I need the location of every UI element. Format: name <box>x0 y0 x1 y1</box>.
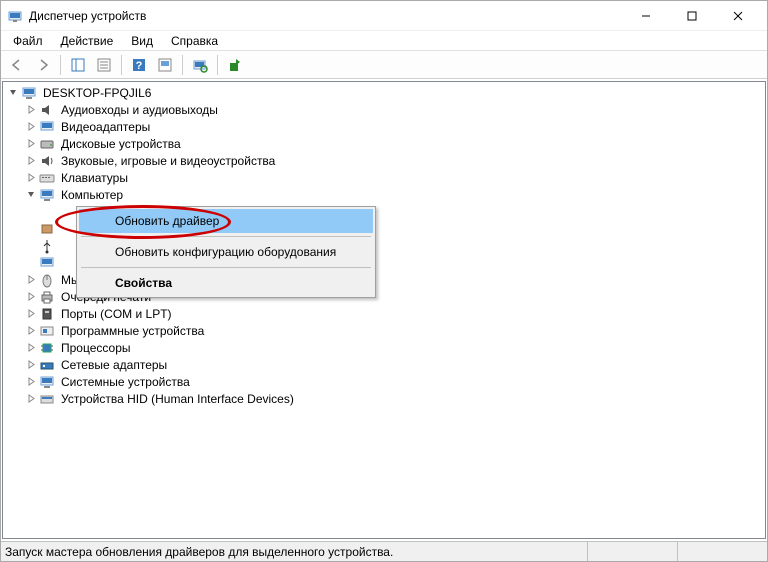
menu-action[interactable]: Действие <box>53 32 122 50</box>
tree-category-audio-io[interactable]: Аудиовходы и аудиовыходы <box>7 101 765 118</box>
tree-category-processors[interactable]: Процессоры <box>7 339 765 356</box>
toolbar: ? <box>1 51 767 79</box>
context-menu-item-label: Обновить конфигурацию оборудования <box>115 245 336 259</box>
tree-category-software[interactable]: Программные устройства <box>7 322 765 339</box>
context-menu-properties[interactable]: Свойства <box>79 271 373 295</box>
back-button[interactable] <box>5 54 29 76</box>
printer-icon <box>39 289 55 305</box>
expand-icon[interactable] <box>25 326 37 335</box>
system-device-icon <box>39 374 55 390</box>
keyboard-icon <box>39 170 55 186</box>
tree-category-sound[interactable]: Звуковые, игровые и видеоустройства <box>7 152 765 169</box>
collapse-icon[interactable] <box>7 88 19 97</box>
tree-item-label: Устройства HID (Human Interface Devices) <box>59 392 296 406</box>
statusbar-cell <box>587 542 677 561</box>
statusbar-cell <box>677 542 767 561</box>
app-icon <box>7 8 23 24</box>
collapse-icon[interactable] <box>25 190 37 199</box>
menu-help[interactable]: Справка <box>163 32 226 50</box>
tree-item-label: Аудиовходы и аудиовыходы <box>59 103 220 117</box>
context-menu-scan-hardware[interactable]: Обновить конфигурацию оборудования <box>79 240 373 264</box>
statusbar-text: Запуск мастера обновления драйверов для … <box>1 545 587 559</box>
update-driver-button[interactable] <box>223 54 247 76</box>
expand-icon[interactable] <box>25 139 37 148</box>
expand-icon[interactable] <box>25 377 37 386</box>
expand-icon[interactable] <box>25 292 37 301</box>
port-icon <box>39 306 55 322</box>
tree-item-label: Программные устройства <box>59 324 206 338</box>
tree-category-network[interactable]: Сетевые адаптеры <box>7 356 765 373</box>
context-menu-separator <box>81 267 371 268</box>
software-device-icon <box>39 323 55 339</box>
svg-text:?: ? <box>136 60 143 72</box>
hid-icon <box>39 391 55 407</box>
tree-category-ports[interactable]: Порты (COM и LPT) <box>7 305 765 322</box>
monitor-icon <box>39 255 55 271</box>
audio-icon <box>39 102 55 118</box>
tree-root[interactable]: DESKTOP-FPQJIL6 <box>7 84 765 101</box>
expand-icon[interactable] <box>25 122 37 131</box>
tree-root-label: DESKTOP-FPQJIL6 <box>41 86 153 100</box>
context-menu-separator <box>81 236 371 237</box>
forward-button[interactable] <box>31 54 55 76</box>
toolbar-separator <box>217 55 218 75</box>
tree-item-label: Звуковые, игровые и видеоустройства <box>59 154 277 168</box>
tree-category-system[interactable]: Системные устройства <box>7 373 765 390</box>
tree-item-label: Сетевые адаптеры <box>59 358 169 372</box>
help-button[interactable]: ? <box>127 54 151 76</box>
menubar: Файл Действие Вид Справка <box>1 31 767 51</box>
display-adapter-icon <box>39 119 55 135</box>
tree-item-label: Клавиатуры <box>59 171 130 185</box>
sound-icon <box>39 153 55 169</box>
controller-icon <box>39 221 55 237</box>
expand-icon[interactable] <box>25 309 37 318</box>
tree-item-label: Системные устройства <box>59 375 192 389</box>
context-menu-item-label: Свойства <box>115 276 172 290</box>
toolbar-separator <box>182 55 183 75</box>
properties-button[interactable] <box>92 54 116 76</box>
mouse-icon <box>39 272 55 288</box>
expand-icon[interactable] <box>25 173 37 182</box>
menu-file[interactable]: Файл <box>5 32 51 50</box>
tree-category-display[interactable]: Видеоадаптеры <box>7 118 765 135</box>
window-controls <box>623 1 761 31</box>
tree-category-disk[interactable]: Дисковые устройства <box>7 135 765 152</box>
expand-icon[interactable] <box>25 105 37 114</box>
context-menu: Обновить драйвер Обновить конфигурацию о… <box>76 206 376 298</box>
show-hide-tree-button[interactable] <box>66 54 90 76</box>
disk-icon <box>39 136 55 152</box>
context-menu-update-driver[interactable]: Обновить драйвер <box>79 209 373 233</box>
toolbar-separator <box>121 55 122 75</box>
computer-icon <box>39 187 55 203</box>
tree-item-label: Порты (COM и LPT) <box>59 307 174 321</box>
expand-icon[interactable] <box>25 275 37 284</box>
expand-icon[interactable] <box>25 343 37 352</box>
tree-category-hid[interactable]: Устройства HID (Human Interface Devices) <box>7 390 765 407</box>
expand-icon[interactable] <box>25 360 37 369</box>
expand-icon[interactable] <box>25 394 37 403</box>
toolbar-separator <box>60 55 61 75</box>
tree-item-label: Компьютер <box>59 188 125 202</box>
device-tree[interactable]: DESKTOP-FPQJIL6 Аудиовходы и аудиовыходы… <box>2 81 766 539</box>
expand-icon[interactable] <box>25 156 37 165</box>
close-button[interactable] <box>715 1 761 31</box>
tree-item-label: Процессоры <box>59 341 133 355</box>
network-icon <box>39 357 55 373</box>
window-title: Диспетчер устройств <box>29 9 623 23</box>
context-menu-item-label: Обновить драйвер <box>115 214 219 228</box>
tree-item-label: Дисковые устройства <box>59 137 183 151</box>
cpu-icon <box>39 340 55 356</box>
minimize-button[interactable] <box>623 1 669 31</box>
tree-item-label: Видеоадаптеры <box>59 120 152 134</box>
usb-icon <box>39 238 55 254</box>
tree-category-keyboard[interactable]: Клавиатуры <box>7 169 765 186</box>
scan-hardware-button[interactable] <box>188 54 212 76</box>
tree-category-computer[interactable]: Компьютер <box>7 186 765 203</box>
action-button[interactable] <box>153 54 177 76</box>
computer-icon <box>21 85 37 101</box>
menu-view[interactable]: Вид <box>123 32 161 50</box>
statusbar: Запуск мастера обновления драйверов для … <box>1 541 767 561</box>
maximize-button[interactable] <box>669 1 715 31</box>
titlebar: Диспетчер устройств <box>1 1 767 31</box>
